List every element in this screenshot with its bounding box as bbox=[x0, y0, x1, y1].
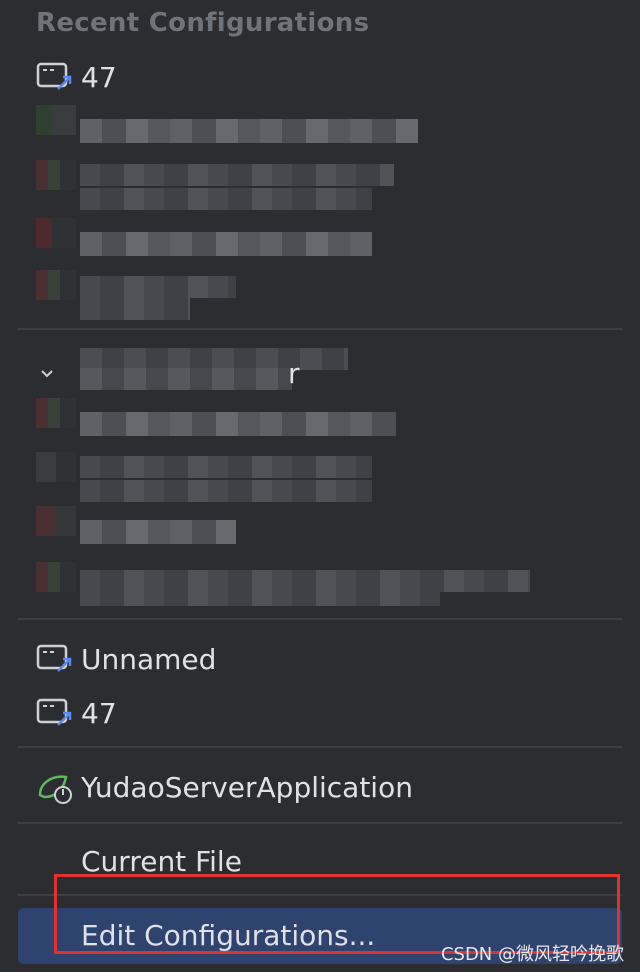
config-item-47[interactable]: 47 bbox=[0, 52, 640, 102]
config-label: YudaoServerApplication bbox=[81, 770, 413, 804]
separator bbox=[18, 822, 622, 824]
obscured-icon bbox=[36, 160, 76, 190]
watermark: CSDN @微风轻吟挽歌 bbox=[440, 944, 624, 965]
obscured-icon bbox=[36, 270, 76, 300]
spring-boot-icon bbox=[36, 771, 74, 804]
config-item-yudao-server[interactable]: YudaoServerApplication bbox=[0, 762, 640, 812]
shell-script-icon bbox=[36, 61, 74, 93]
obscured-item[interactable] bbox=[0, 105, 640, 155]
config-item-unnamed[interactable]: Unnamed bbox=[0, 634, 640, 684]
shell-script-icon bbox=[36, 697, 74, 729]
config-label: Unnamed bbox=[81, 642, 217, 676]
current-file-label: Current File bbox=[81, 844, 242, 878]
obscured-item[interactable] bbox=[0, 398, 640, 448]
obscured-item[interactable] bbox=[0, 506, 640, 556]
obscured-item[interactable] bbox=[0, 218, 640, 268]
obscured-icon bbox=[36, 218, 76, 248]
obscured-icon bbox=[36, 506, 76, 536]
obscured-item[interactable] bbox=[0, 270, 640, 320]
separator bbox=[18, 618, 622, 620]
shell-script-icon bbox=[36, 643, 74, 675]
config-group-header[interactable]: r bbox=[0, 348, 640, 398]
obscured-icon bbox=[36, 398, 76, 428]
separator bbox=[18, 746, 622, 748]
config-label: 47 bbox=[81, 696, 117, 730]
obscured-item[interactable] bbox=[0, 452, 640, 502]
config-item-47[interactable]: 47 bbox=[0, 688, 640, 738]
obscured-item[interactable] bbox=[0, 160, 640, 210]
obscured-icon bbox=[36, 562, 76, 592]
chevron-down-icon bbox=[40, 366, 54, 380]
obscured-icon bbox=[36, 105, 76, 135]
separator bbox=[18, 328, 622, 330]
section-title: Recent Configurations bbox=[36, 8, 370, 38]
group-label: r bbox=[288, 356, 300, 390]
obscured-icon bbox=[36, 452, 76, 482]
obscured-item[interactable] bbox=[0, 562, 640, 612]
config-label: 47 bbox=[81, 60, 117, 94]
